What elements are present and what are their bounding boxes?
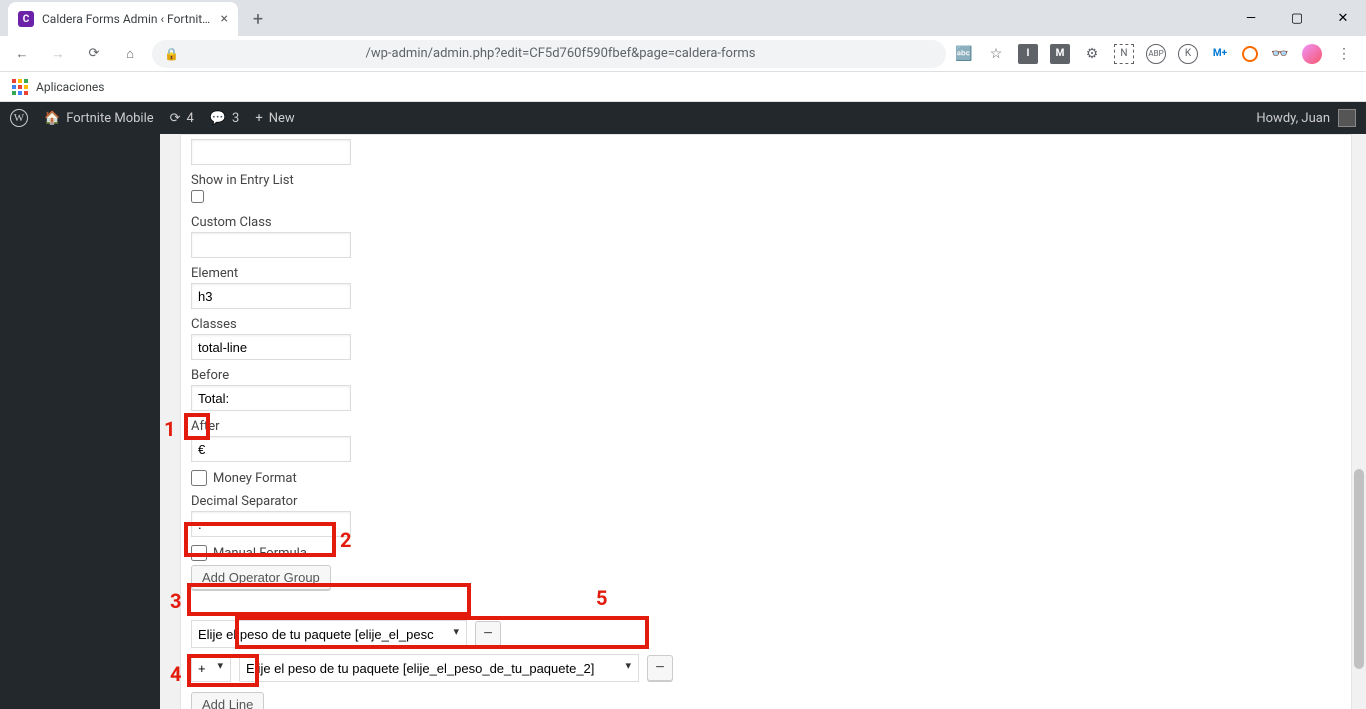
element-label: Element [191,266,1341,281]
updates-count: 4 [187,111,194,126]
apps-grid-icon[interactable] [12,79,28,95]
classes-input[interactable] [191,334,351,360]
wp-logo[interactable]: W [10,109,28,127]
new-tab-button[interactable]: + [244,5,272,33]
extension-icons: 🔤 ☆ I M ⚙ N ABP K M+ 👓 ⋮ [954,44,1358,64]
wp-content-area: Show in Entry List Custom Class Element … [160,134,1366,709]
ext-abp-icon[interactable]: ABP [1146,44,1166,64]
browser-toolbar: ← → ⟳ ⌂ 🔒 /wp-admin/admin.php?edit=CF5d7… [0,36,1366,72]
comments-link[interactable]: 💬3 [210,111,240,126]
after-input[interactable] [191,436,351,462]
ext-n-icon[interactable]: N [1114,44,1134,64]
maximize-button[interactable]: ▢ [1274,3,1320,33]
custom-class-input[interactable] [191,232,351,258]
add-operator-group-button[interactable]: Add Operator Group [191,565,331,590]
translate-icon[interactable]: 🔤 [954,44,974,64]
ext-m-icon[interactable]: M [1050,44,1070,64]
user-avatar-icon [1338,109,1356,127]
site-link[interactable]: 🏠 Fortnite Mobile [44,111,154,126]
url-text: /wp-admin/admin.php?edit=CF5d760f590fbef… [187,46,934,61]
home-icon: 🏠 [44,111,60,126]
new-link[interactable]: + New [255,111,294,126]
updates-link[interactable]: ⟳4 [170,111,194,126]
formula-operator-select[interactable]: + [191,654,231,682]
ext-gear-icon[interactable]: ⚙ [1082,44,1102,64]
manual-formula-label: Manual Formula [213,546,307,561]
element-input[interactable] [191,283,351,309]
ext-o-icon[interactable] [1242,46,1258,62]
refresh-icon: ⟳ [170,111,181,126]
new-label: New [269,111,295,126]
manual-formula-checkbox[interactable] [191,545,207,561]
plus-icon: + [255,111,262,126]
home-button[interactable]: ⌂ [116,40,144,68]
comments-count: 3 [232,111,239,126]
money-format-checkbox[interactable] [191,470,207,486]
caldera-field-settings-panel: Show in Entry List Custom Class Element … [180,134,1352,709]
chrome-menu-icon[interactable]: ⋮ [1334,44,1354,64]
ext-i-icon[interactable]: I [1018,44,1038,64]
annotation-number-1: 1 [164,417,175,441]
howdy-text: Howdy, Juan [1256,111,1330,126]
after-label: After [191,419,1341,434]
money-format-label: Money Format [213,471,297,486]
classes-label: Classes [191,317,1341,332]
tab-title: Caldera Forms Admin ‹ Fortnite M [42,12,213,26]
show-entry-list-label: Show in Entry List [191,173,1341,188]
bookmarks-apps-label[interactable]: Aplicaciones [36,80,104,94]
wp-logo-icon: W [10,109,28,127]
favicon-icon: C [18,11,34,27]
forward-button[interactable]: → [44,40,72,68]
custom-class-label: Custom Class [191,215,1341,230]
ext-k-icon[interactable]: K [1178,44,1198,64]
formula-line-1: Elije el peso de tu paquete [elije_el_pe… [191,620,1341,648]
minimize-button[interactable]: — [1228,3,1274,33]
formula-line-2: + Elije el peso de tu paquete [elije_el_… [191,654,1341,682]
formula-field-select-2[interactable]: Elije el peso de tu paquete [elije_el_pe… [239,654,639,682]
lock-icon: 🔒 [164,47,179,61]
browser-tab-strip: C Caldera Forms Admin ‹ Fortnite M × + —… [0,0,1366,36]
add-operator-group-label: Add Operator Group [202,570,320,585]
comment-icon: 💬 [210,111,226,126]
reload-button[interactable]: ⟳ [80,40,108,68]
before-label: Before [191,368,1341,383]
ext-mask-icon[interactable]: 👓 [1270,44,1290,64]
before-input[interactable] [191,385,351,411]
scrollbar[interactable] [1352,134,1366,709]
bookmark-star-icon[interactable]: ☆ [986,44,1006,64]
howdy-user[interactable]: Howdy, Juan [1256,109,1356,127]
window-controls: — ▢ ✕ [1228,0,1366,36]
remove-line-1-button[interactable]: − [475,621,501,647]
profile-avatar-icon[interactable] [1302,44,1322,64]
unnamed-top-input[interactable] [191,139,351,165]
add-line-label: Add Line [202,697,253,709]
formula-field-select-1[interactable]: Elije el peso de tu paquete [elije_el_pe… [191,620,467,648]
close-window-button[interactable]: ✕ [1320,3,1366,33]
show-entry-list-checkbox[interactable] [191,190,204,203]
add-line-button[interactable]: Add Line [191,692,264,709]
scrollbar-thumb[interactable] [1354,469,1364,669]
browser-tab[interactable]: C Caldera Forms Admin ‹ Fortnite M × [8,2,238,36]
ext-mplus-icon[interactable]: M+ [1210,44,1230,64]
decimal-separator-input[interactable] [191,511,351,537]
site-name: Fortnite Mobile [66,111,153,126]
bookmarks-bar: Aplicaciones [0,72,1366,102]
wp-admin-sidebar[interactable] [0,134,160,709]
address-bar[interactable]: 🔒 /wp-admin/admin.php?edit=CF5d760f590fb… [152,40,946,68]
back-button[interactable]: ← [8,40,36,68]
remove-line-2-button[interactable]: − [647,655,673,681]
close-tab-icon[interactable]: × [221,11,228,27]
wp-admin-bar: W 🏠Fortnite Mobile ⟳4 💬3 +New Howdy, Jua… [0,102,1366,134]
decimal-separator-label: Decimal Separator [191,494,1341,509]
